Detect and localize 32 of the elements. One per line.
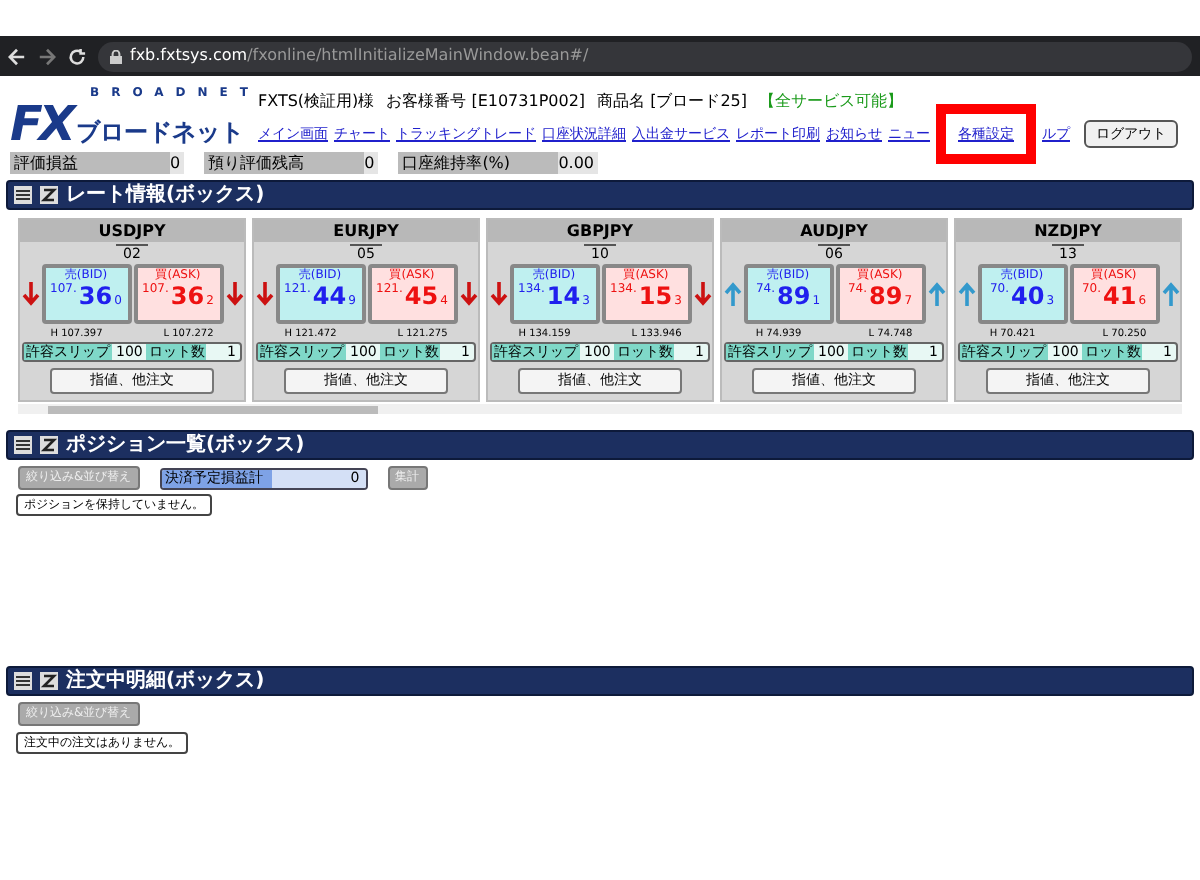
currency-pair: NZDJPY xyxy=(956,220,1180,242)
panel-title: レート情報(ボックス) xyxy=(66,181,265,210)
panel-title: ポジション一覧(ボックス) xyxy=(66,431,305,460)
z-icon[interactable] xyxy=(40,186,58,204)
logo-mark: FX xyxy=(10,100,76,148)
customer-number: お客様番号 [E10731P002] xyxy=(386,92,586,112)
menu-icon[interactable] xyxy=(14,436,32,454)
address-bar[interactable]: fxb.fxtsys.com/fxonline/htmlInitializeMainWindow.bean#/ xyxy=(98,41,1192,71)
currency-pair: AUDJPY xyxy=(722,220,946,242)
currency-pair: EURJPY xyxy=(254,220,478,242)
panel-title: 注文中明細(ボックス) xyxy=(66,666,265,696)
stat-label: 預り評価残高 xyxy=(204,152,365,174)
logo-name: ブロードネット xyxy=(75,120,244,148)
product-name: 商品名 [ブロード25] xyxy=(597,92,748,112)
reload-icon[interactable] xyxy=(68,47,86,65)
z-icon[interactable] xyxy=(40,672,58,690)
z-icon[interactable] xyxy=(40,436,58,454)
menu-icon[interactable] xyxy=(14,672,32,690)
back-icon[interactable] xyxy=(8,47,26,65)
service-status: 【全サービス可能】 xyxy=(759,92,904,112)
url-text: fxb.fxtsys.com/fxonline/htmlInitializeMainWindow.bean#/ xyxy=(130,44,589,68)
stat-value: 0 xyxy=(364,152,379,174)
stat-value: 0 xyxy=(170,152,185,174)
lock-icon xyxy=(110,49,122,63)
account-name: FXTS(検証用)様 xyxy=(258,92,375,112)
stat-value: 0.00 xyxy=(558,152,598,174)
forward-icon[interactable] xyxy=(38,47,56,65)
stat-label: 評価損益 xyxy=(10,152,170,174)
currency-pair: USDJPY xyxy=(20,220,244,242)
stat-label: 口座維持率(%) xyxy=(398,152,559,174)
currency-pair: GBPJPY xyxy=(488,220,712,242)
menu-icon[interactable] xyxy=(14,186,32,204)
